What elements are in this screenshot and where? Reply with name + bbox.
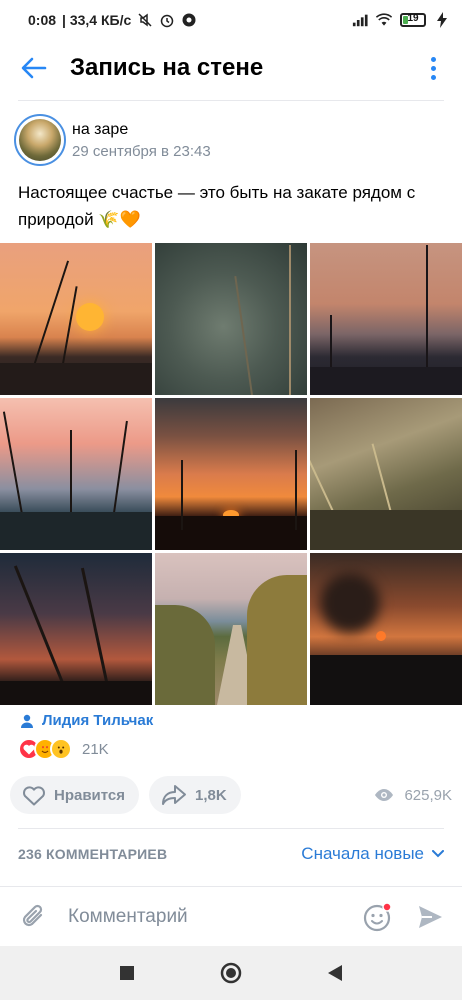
sort-label: Сначала новые bbox=[301, 844, 424, 863]
eye-icon bbox=[375, 789, 394, 801]
photo-8[interactable] bbox=[155, 553, 307, 705]
signal-icon bbox=[352, 12, 368, 28]
person-icon bbox=[21, 714, 33, 728]
back-nav-button[interactable] bbox=[323, 961, 347, 985]
square-icon bbox=[120, 966, 134, 980]
charging-icon bbox=[434, 12, 450, 28]
post-date: 29 сентября в 23:43 bbox=[72, 142, 211, 160]
heart-outline-icon bbox=[23, 786, 45, 806]
mute-icon bbox=[137, 12, 153, 28]
top-app-bar: Запись на стене bbox=[0, 40, 462, 96]
photo-grid bbox=[0, 243, 462, 705]
battery-icon: 19 bbox=[400, 13, 426, 27]
more-vertical-icon bbox=[430, 56, 436, 62]
page-title: Запись на стене bbox=[70, 54, 264, 81]
share-icon bbox=[162, 785, 187, 805]
chevron-down-icon bbox=[432, 850, 444, 858]
reactions-count: 21K bbox=[82, 740, 109, 758]
photo-7[interactable] bbox=[0, 553, 152, 705]
comments-count: 236 КОММЕНТАРИЕВ bbox=[18, 846, 168, 862]
paperclip-icon bbox=[22, 904, 43, 926]
comment-input[interactable] bbox=[68, 905, 338, 928]
comments-header: 236 КОММЕНТАРИЕВ Сначала новые bbox=[18, 842, 444, 866]
like-button[interactable]: Нравится bbox=[10, 776, 140, 814]
avatar[interactable] bbox=[14, 114, 66, 166]
circle-icon bbox=[220, 962, 242, 984]
send-icon bbox=[419, 905, 442, 928]
photo-2[interactable] bbox=[155, 243, 307, 395]
photo-9[interactable] bbox=[310, 553, 462, 705]
back-arrow-icon bbox=[21, 57, 47, 79]
attach-button[interactable] bbox=[20, 903, 48, 931]
post-text-line1: Настоящее счастье — это быть на закате р… bbox=[18, 183, 416, 202]
post-text-line2: природой bbox=[18, 210, 94, 229]
comment-composer bbox=[0, 886, 462, 946]
smiley-icon bbox=[363, 901, 392, 931]
send-button[interactable] bbox=[416, 903, 444, 931]
home-button[interactable] bbox=[219, 961, 243, 985]
photo-3[interactable] bbox=[310, 243, 462, 395]
author-name[interactable]: на заре bbox=[72, 121, 211, 139]
photo-1[interactable] bbox=[0, 243, 152, 395]
post-author: на заре 29 сентября в 23:43 bbox=[14, 114, 211, 166]
more-options-button[interactable] bbox=[418, 48, 448, 88]
chat-icon bbox=[181, 12, 197, 28]
sticker-button[interactable] bbox=[362, 901, 394, 933]
like-label: Нравится bbox=[54, 786, 126, 804]
back-button[interactable] bbox=[14, 48, 54, 88]
triangle-back-icon bbox=[328, 965, 342, 981]
views-counter: 625,9K bbox=[374, 787, 452, 804]
share-button[interactable]: 1,8K bbox=[149, 776, 241, 814]
header-divider bbox=[18, 100, 444, 101]
liked-by[interactable]: Лидия Тильчак bbox=[20, 712, 153, 729]
wifi-icon bbox=[376, 12, 392, 28]
views-count: 625,9K bbox=[404, 786, 452, 804]
post-actions: Нравится 1,8K 625,9K bbox=[10, 776, 452, 814]
status-time: 0:08 bbox=[28, 12, 57, 28]
recents-button[interactable] bbox=[115, 961, 139, 985]
divider bbox=[18, 828, 444, 829]
status-bar: 0:08 | 33,4 КБ/с 19 bbox=[0, 0, 462, 40]
sort-dropdown[interactable]: Сначала новые bbox=[301, 844, 444, 864]
alarm-icon bbox=[159, 12, 175, 28]
liked-by-name: Лидия Тильчак bbox=[42, 712, 154, 729]
status-speed: | 33,4 КБ/с bbox=[62, 12, 132, 28]
post-text-emoji: 🌾🧡 bbox=[98, 210, 141, 230]
wow-icon bbox=[50, 738, 72, 760]
photo-5[interactable] bbox=[155, 398, 307, 550]
post-text: Настоящее счастье — это быть на закате р… bbox=[18, 179, 448, 234]
photo-6[interactable] bbox=[310, 398, 462, 550]
photo-4[interactable] bbox=[0, 398, 152, 550]
reactions-summary[interactable]: 21K bbox=[18, 738, 109, 760]
system-nav-bar bbox=[0, 946, 462, 1000]
share-count: 1,8K bbox=[195, 786, 227, 804]
